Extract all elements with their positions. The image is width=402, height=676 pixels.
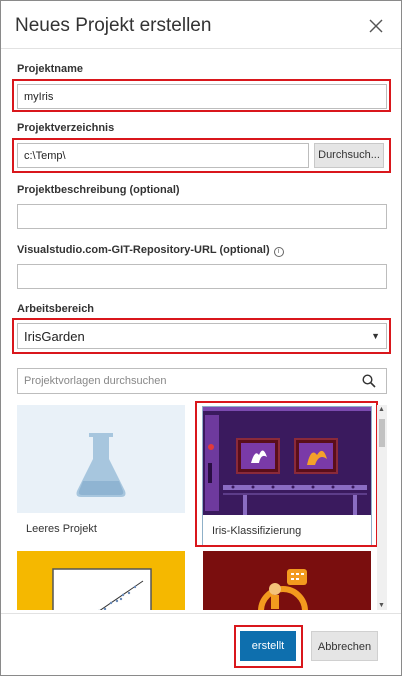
scroll-up-icon[interactable]: ▲: [378, 406, 385, 413]
git-url-label-text: Visualstudio.com-GIT-Repository-URL (opt…: [17, 244, 270, 256]
dialog-title: Neues Projekt erstellen: [15, 15, 212, 36]
new-project-dialog: Neues Projekt erstellen Projektname Proj…: [0, 0, 402, 676]
footer-divider: [1, 613, 401, 614]
project-directory-input[interactable]: [17, 143, 309, 168]
git-url-label: Visualstudio.com-GIT-Repository-URL (opt…: [17, 244, 284, 257]
template-tile-regression[interactable]: [17, 551, 185, 610]
cancel-button[interactable]: Abbrechen: [311, 631, 378, 661]
project-directory-label: Projektverzeichnis: [17, 122, 115, 134]
create-button[interactable]: erstellt: [240, 631, 296, 661]
workspace-selected-value: IrisGarden: [24, 329, 85, 344]
iris-conveyor-icon: [203, 407, 371, 515]
workspace-label: Arbeitsbereich: [17, 303, 95, 315]
search-icon[interactable]: [362, 374, 376, 388]
workspace-select[interactable]: IrisGarden ▼: [17, 323, 387, 349]
git-url-input[interactable]: [17, 264, 387, 289]
chevron-down-icon: ▼: [371, 331, 380, 341]
close-icon[interactable]: [367, 17, 385, 35]
description-label: Projektbeschreibung (optional): [17, 184, 180, 196]
gallery-scrollbar[interactable]: ▲ ▼: [377, 405, 387, 610]
flask-icon: [17, 405, 185, 513]
scatter-plot-icon: [17, 551, 185, 610]
template-name-blank: Leeres Projekt: [26, 523, 97, 535]
info-icon[interactable]: i: [273, 247, 284, 257]
template-search-placeholder: Projektvorlagen durchsuchen: [24, 375, 167, 387]
description-input[interactable]: [17, 204, 387, 229]
template-tile-iris[interactable]: Iris-Klassifizierung: [202, 406, 372, 546]
browse-button[interactable]: Durchsuch...: [314, 143, 384, 168]
template-tile-blank[interactable]: Leeres Projekt: [17, 405, 185, 543]
person-bubble-icon: [203, 551, 371, 610]
scrollbar-thumb[interactable]: [379, 419, 385, 447]
template-tile-person[interactable]: [203, 551, 371, 610]
project-name-label: Projektname: [17, 63, 84, 75]
template-gallery: Leeres Projekt Iris-Klassifizierung: [17, 405, 388, 610]
scroll-down-icon[interactable]: ▼: [378, 602, 385, 609]
template-search-input[interactable]: Projektvorlagen durchsuchen: [17, 368, 387, 394]
template-name-iris: Iris-Klassifizierung: [212, 525, 302, 537]
project-name-input[interactable]: [17, 84, 387, 109]
header-divider: [1, 48, 401, 49]
